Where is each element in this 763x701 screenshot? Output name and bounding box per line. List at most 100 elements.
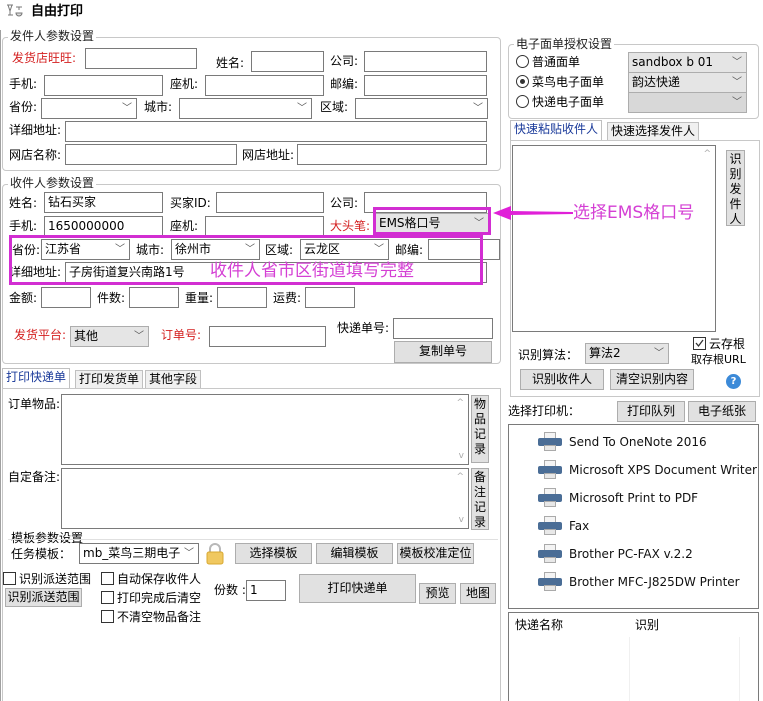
ems-arrow <box>493 205 573 221</box>
carrier-select[interactable]: 韵达快递 ﹀ <box>628 72 747 93</box>
electronic-paper-button[interactable]: 电子纸张 <box>688 401 756 422</box>
tab-quick-paste-receiver[interactable]: 快速粘贴收件人 <box>510 120 603 140</box>
items-record-button[interactable]: 物品记录 <box>471 395 489 463</box>
sender-name-label: 姓名: <box>216 56 245 70</box>
sender-company-label: 公司: <box>330 54 359 68</box>
remark-record-button[interactable]: 备注记录 <box>471 468 489 530</box>
printer-item[interactable]: Brother MFC-J825DW Printer <box>537 570 740 594</box>
chevron-down-icon: ﹀ <box>473 103 483 114</box>
sender-province-label: 省份: <box>9 100 38 114</box>
items-textarea[interactable]: ^ v <box>61 394 469 465</box>
items-label: 订单物品: <box>8 397 61 411</box>
tracking-label: 快递单号: <box>337 321 390 335</box>
chevron-down-icon: ﹀ <box>184 548 194 559</box>
receiver-name-label: 姓名: <box>9 196 38 210</box>
amount-input[interactable] <box>41 287 91 308</box>
sender-province-select[interactable]: ﹀ <box>41 98 137 119</box>
detect-range-button[interactable]: 识别派送范围 <box>5 588 82 607</box>
printer-item[interactable]: Microsoft Print to PDF <box>537 486 698 510</box>
print-express-button[interactable]: 打印快递单 <box>299 574 416 603</box>
chevron-down-icon: ﹀ <box>732 97 742 108</box>
lock-icon[interactable] <box>206 543 224 565</box>
printer-icon <box>537 460 563 480</box>
select-ems-annotation: 选择EMS格口号 <box>573 203 695 223</box>
freight-input[interactable] <box>305 287 355 308</box>
window-title: 自由打印 <box>31 4 84 19</box>
weight-input[interactable] <box>217 287 267 308</box>
divider <box>8 539 498 540</box>
column-header-recognize[interactable]: 识别 <box>635 617 659 633</box>
auto-save-checkbox[interactable] <box>101 572 114 585</box>
buyer-id-input[interactable] <box>216 192 324 213</box>
edit-template-button[interactable]: 编辑模板 <box>316 543 393 564</box>
preview-button[interactable]: 预览 <box>419 583 456 604</box>
receiver-mobile-input[interactable]: 1650000000 <box>44 216 163 237</box>
detect-range-checkbox[interactable] <box>3 572 16 585</box>
keep-items-checkbox[interactable] <box>101 610 114 623</box>
copies-input[interactable]: 1 <box>246 580 286 601</box>
algo-label: 识别算法： <box>518 348 579 362</box>
order-no-input[interactable] <box>209 326 326 347</box>
receiver-phone-input[interactable] <box>205 216 324 237</box>
remark-textarea[interactable]: ^ v <box>61 468 469 529</box>
copy-tracking-button[interactable]: 复制单号 <box>394 341 492 363</box>
printer-item[interactable]: Microsoft XPS Document Writer <box>537 458 757 482</box>
sender-zip-input[interactable] <box>364 75 487 96</box>
tab-quick-select-sender[interactable]: 快速选择发件人 <box>607 122 700 140</box>
printer-item[interactable]: Send To OneNote 2016 <box>537 430 707 454</box>
printer-item[interactable]: Brother PC-FAX v.2.2 <box>537 542 693 566</box>
recognize-sender-button[interactable]: 识别发件人 <box>726 150 745 226</box>
receiver-group-title: 收件人参数设置 <box>8 176 97 190</box>
chevron-down-icon: ﹀ <box>654 348 664 359</box>
chevron-down-icon: ﹀ <box>122 103 132 114</box>
sender-address-input[interactable] <box>65 121 487 142</box>
sender-name-input[interactable] <box>251 51 324 72</box>
algo-select[interactable]: 算法2 ﹀ <box>585 343 669 364</box>
cloud-stub-checkbox[interactable] <box>693 337 706 350</box>
task-template-select[interactable]: mb_菜鸟三期电子 ﹀ <box>79 543 199 564</box>
keep-items-checkbox-label: 不清空物品备注 <box>117 610 202 624</box>
clear-after-print-checkbox[interactable] <box>101 591 114 604</box>
detect-range-checkbox-label: 识别派送范围 <box>19 572 92 586</box>
remark-label: 自定备注: <box>8 470 61 484</box>
title-bar: 自由打印 <box>0 0 763 24</box>
platform-select[interactable]: 其他 ﹀ <box>70 326 149 347</box>
sender-mobile-input[interactable] <box>44 75 163 96</box>
scroll-up-icon[interactable]: ^ <box>456 398 464 408</box>
clear-recognize-button[interactable]: 清空识别内容 <box>610 369 694 390</box>
map-button[interactable]: 地图 <box>460 583 496 604</box>
scroll-down-icon[interactable]: v <box>459 451 464 461</box>
tab-print-invoice[interactable]: 打印发货单 <box>75 370 144 388</box>
sender-city-select[interactable]: ﹀ <box>179 98 312 119</box>
radio-normal-waybill[interactable] <box>516 55 529 68</box>
shop-name-input[interactable] <box>65 144 237 165</box>
tab-print-express[interactable]: 打印快递单 <box>2 368 71 388</box>
count-input[interactable] <box>129 287 179 308</box>
sender-district-select[interactable]: ﹀ <box>355 98 488 119</box>
account-select[interactable]: sandbox b 01 ﹀ <box>628 52 747 73</box>
scroll-up-icon[interactable]: ^ <box>456 472 464 482</box>
shop-wangwang-input[interactable] <box>85 48 197 69</box>
select-template-button[interactable]: 选择模板 <box>235 543 312 564</box>
radio-express-waybill[interactable] <box>516 95 529 108</box>
recognize-receiver-button[interactable]: 识别收件人 <box>520 369 604 390</box>
receiver-mobile-label: 手机: <box>9 219 38 233</box>
shop-url-input[interactable] <box>297 144 487 165</box>
printer-item[interactable]: Fax <box>537 514 589 538</box>
sender-city-label: 城市: <box>144 100 173 114</box>
column-header-carrier-name[interactable]: 快递名称 <box>515 617 563 633</box>
sender-company-input[interactable] <box>364 51 487 72</box>
paste-textarea[interactable]: ^ <box>512 145 716 332</box>
tab-other-fields[interactable]: 其他字段 <box>145 370 202 388</box>
tracking-input[interactable] <box>393 318 493 339</box>
print-queue-button[interactable]: 打印队列 <box>617 401 685 422</box>
scroll-down-icon[interactable]: v <box>459 515 464 525</box>
help-icon[interactable]: ? <box>726 374 741 389</box>
receiver-name-input[interactable]: 钻石买家 <box>44 192 163 213</box>
radio-cainiao-waybill[interactable] <box>516 75 529 88</box>
carrier-table: 快递名称 识别 <box>508 612 759 701</box>
sender-phone-input[interactable] <box>205 75 324 96</box>
scroll-up-icon[interactable]: ^ <box>703 149 711 159</box>
printer-list[interactable]: Send To OneNote 2016 Microsoft XPS Docum… <box>508 424 759 609</box>
calibrate-template-button[interactable]: 模板校准定位 <box>397 543 474 564</box>
